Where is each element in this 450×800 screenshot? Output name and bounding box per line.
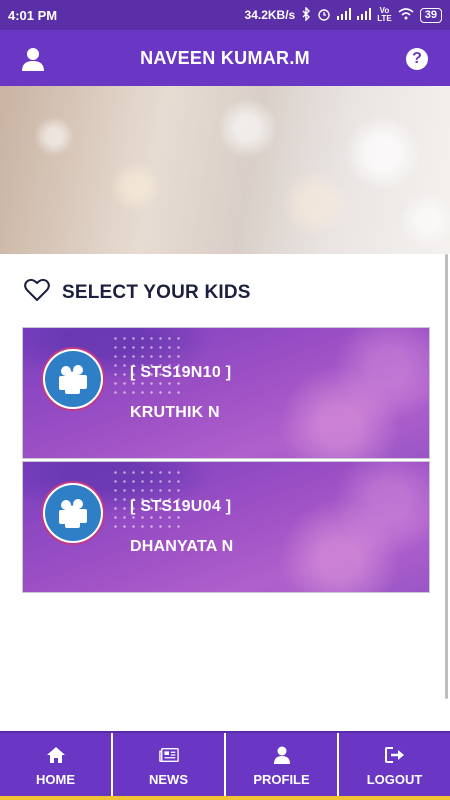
user-icon[interactable]	[20, 46, 46, 72]
kid-card[interactable]: [ STS19U04 ] DHANYATA N	[22, 461, 430, 593]
kid-id: [ STS19N10 ]	[130, 364, 232, 381]
alarm-icon	[317, 7, 331, 24]
battery-icon: 39	[419, 7, 442, 23]
heart-outline-icon	[24, 278, 50, 307]
status-indicators: 34.2KB/s Vo LTE 39	[244, 5, 442, 24]
bottom-nav: HOME NEWS PROFILE LOGOUT	[0, 731, 450, 800]
newspaper-icon	[158, 746, 179, 764]
kid-card[interactable]: [ STS19N10 ] KRUTHIK N	[22, 327, 430, 459]
section-title: SELECT YOUR KIDS	[62, 281, 251, 303]
nav-label: LOGOUT	[366, 772, 423, 787]
nav-label: PROFILE	[253, 772, 310, 787]
kid-id: [ STS19U04 ]	[130, 498, 232, 515]
nav-logout[interactable]: LOGOUT	[339, 733, 450, 800]
signal-icon	[357, 7, 372, 23]
page-title: NAVEEN KUMAR.M	[140, 47, 310, 68]
bottom-accent-strip	[0, 796, 450, 800]
section-header: SELECT YOUR KIDS	[24, 278, 251, 307]
nav-home[interactable]: HOME	[0, 733, 113, 800]
kid-name: DHANYATA N	[130, 538, 234, 555]
scrollbar[interactable]	[445, 254, 448, 699]
help-icon[interactable]: ?	[406, 48, 428, 70]
status-time: 4:01 PM	[8, 7, 58, 23]
network-speed: 34.2KB/s	[244, 8, 296, 22]
app-bar: NAVEEN KUMAR.M ?	[0, 30, 450, 86]
status-bar: 4:01 PM 34.2KB/s Vo LTE 39	[0, 0, 450, 30]
avatar	[41, 347, 105, 411]
volte-icon: Vo LTE	[377, 6, 392, 23]
nav-label: NEWS	[149, 772, 188, 787]
group-users-icon	[45, 485, 101, 541]
logout-icon	[384, 746, 405, 764]
header-banner-image	[0, 86, 450, 254]
bluetooth-icon	[301, 5, 311, 24]
group-users-icon	[45, 351, 101, 407]
nav-news[interactable]: NEWS	[113, 733, 226, 800]
nav-profile[interactable]: PROFILE	[226, 733, 339, 800]
kid-name: KRUTHIK N	[130, 404, 220, 421]
home-icon	[46, 746, 66, 764]
wifi-icon	[398, 7, 414, 23]
nav-label: HOME	[36, 772, 75, 787]
person-icon	[272, 746, 292, 764]
avatar	[41, 481, 105, 545]
signal-icon	[337, 7, 352, 23]
